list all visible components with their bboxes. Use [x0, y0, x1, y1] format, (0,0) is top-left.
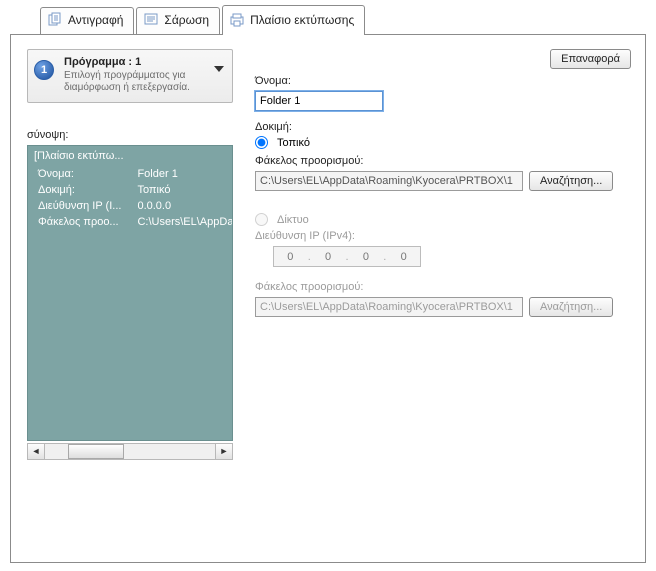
ip-label: Διεύθυνση IP (IPv4): [255, 230, 631, 242]
dest-input[interactable] [255, 171, 523, 191]
ip-input: 0. 0. 0. 0 [273, 246, 421, 267]
tab-printbox[interactable]: Πλαίσιο εκτύπωσης [222, 5, 365, 35]
summary-heading: [Πλαίσιο εκτύπω... [28, 146, 232, 166]
scroll-right-icon[interactable]: ► [215, 444, 232, 459]
summary-table: Όνομα:Folder 1 Δοκιμή:Τοπικό Διεύθυνση I… [28, 166, 233, 230]
reset-button[interactable]: Επαναφορά [550, 49, 631, 69]
name-input[interactable] [255, 91, 383, 111]
trial-label: Δοκιμή: [255, 121, 631, 133]
summary-box: [Πλαίσιο εκτύπω... Όνομα:Folder 1 Δοκιμή… [27, 145, 233, 441]
table-row: Φάκελος προο...C:\Users\EL\AppData [28, 214, 233, 230]
app-root: Αντιγραφή Σάρωση Πλαίσιο εκτύπωσης 1 Πρό… [0, 0, 656, 571]
name-label: Όνομα: [255, 75, 631, 87]
program-title: Πρόγραμμα : 1 [64, 56, 224, 68]
scroll-thumb[interactable] [68, 444, 124, 459]
tab-copy[interactable]: Αντιγραφή [40, 7, 134, 34]
program-number-badge: 1 [34, 60, 54, 80]
browse-button[interactable]: Αναζήτηση... [529, 171, 613, 191]
tab-scan-label: Σάρωση [164, 13, 209, 27]
tab-scan[interactable]: Σάρωση [136, 7, 220, 34]
printbox-icon [229, 12, 245, 28]
dest2-label: Φάκελος προορισμού: [255, 281, 631, 293]
scan-icon [143, 12, 159, 28]
table-row: Διεύθυνση IP (I...0.0.0.0 [28, 198, 233, 214]
tab-printbox-label: Πλαίσιο εκτύπωσης [250, 13, 354, 27]
right-column: Επαναφορά Όνομα: Δοκιμή: Τοπικό Φάκελος … [255, 49, 631, 317]
copy-icon [47, 12, 63, 28]
local-radio[interactable] [255, 136, 268, 149]
summary-hscrollbar[interactable]: ◄ ► [27, 443, 233, 460]
table-row: Δοκιμή:Τοπικό [28, 182, 233, 198]
program-subtitle: Επιλογή προγράμματος για διαμόρφωση ή επ… [64, 70, 224, 94]
browse2-button: Αναζήτηση... [529, 297, 613, 317]
program-selector[interactable]: 1 Πρόγραμμα : 1 Επιλογή προγράμματος για… [27, 49, 233, 103]
main-panel: 1 Πρόγραμμα : 1 Επιλογή προγράμματος για… [10, 34, 646, 563]
scroll-left-icon[interactable]: ◄ [28, 444, 45, 459]
tab-copy-label: Αντιγραφή [68, 13, 123, 27]
table-row: Όνομα:Folder 1 [28, 166, 233, 182]
dest2-input [255, 297, 523, 317]
network-radio-label: Δίκτυο [277, 214, 309, 226]
summary-label: σύνοψη: [27, 129, 233, 141]
left-column: 1 Πρόγραμμα : 1 Επιλογή προγράμματος για… [27, 49, 233, 460]
local-radio-label: Τοπικό [277, 137, 310, 149]
chevron-down-icon [214, 66, 224, 72]
network-radio [255, 213, 268, 226]
tabs: Αντιγραφή Σάρωση Πλαίσιο εκτύπωσης [40, 7, 365, 37]
dest-label: Φάκελος προορισμού: [255, 155, 631, 167]
